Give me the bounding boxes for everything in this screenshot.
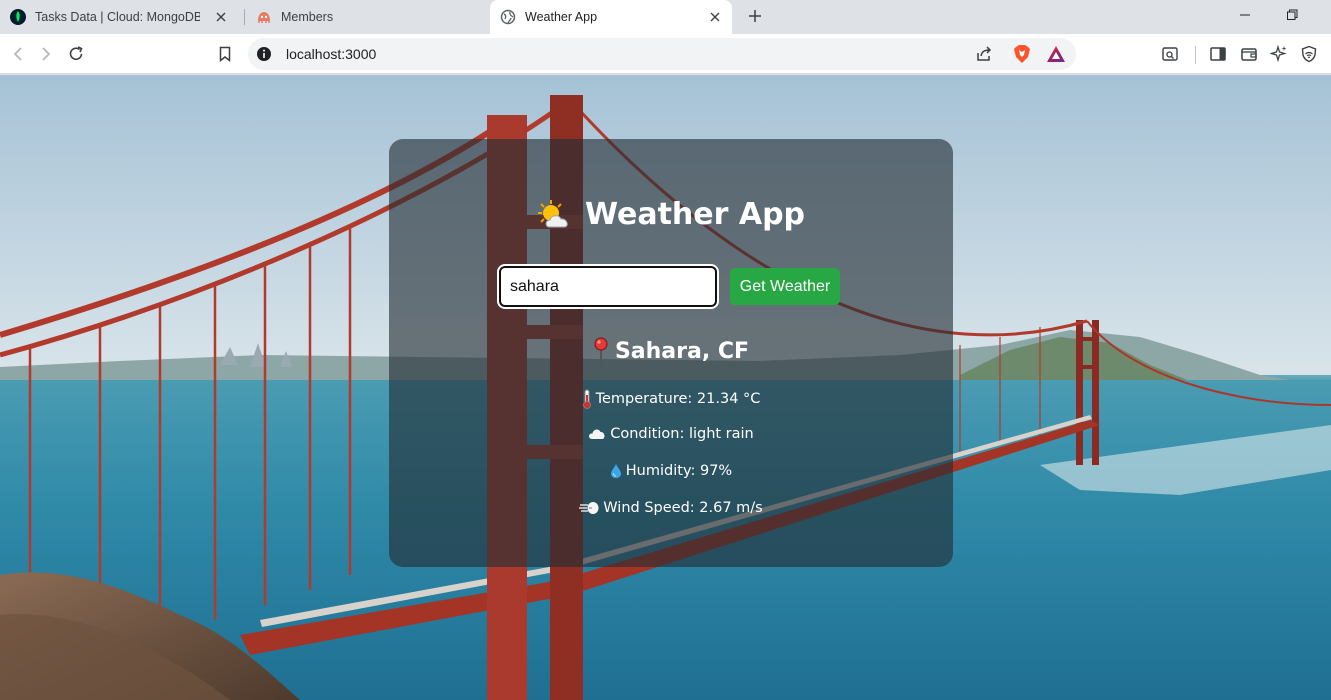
tab-strip: Tasks Data | Cloud: MongoDB Clo Members … xyxy=(0,0,1331,34)
get-weather-button[interactable]: Get Weather xyxy=(730,268,840,305)
restore-button[interactable] xyxy=(1269,0,1315,30)
app-header: Weather App xyxy=(389,197,953,232)
mongodb-leaf-icon xyxy=(10,9,26,25)
back-arrow-icon xyxy=(13,47,22,61)
toolbar-separator xyxy=(1195,46,1196,64)
thermometer-icon xyxy=(582,389,591,409)
leo-ai-button[interactable] xyxy=(1267,42,1291,66)
humidity-text: Humidity: 97% xyxy=(625,463,733,479)
minimize-icon xyxy=(1240,14,1250,16)
bookmark-icon xyxy=(219,46,231,62)
tab-title: Members xyxy=(281,10,334,24)
humidity-row: Humidity: 97% xyxy=(389,463,953,479)
city-name: Sahara, CF xyxy=(614,338,750,364)
app-title: Weather App xyxy=(584,197,806,232)
reload-icon xyxy=(69,46,83,60)
weather-card: Weather App Get Weather Sahara, CF Tempe… xyxy=(389,139,953,567)
close-tab-icon[interactable] xyxy=(708,10,722,24)
new-tab-button[interactable] xyxy=(745,6,765,26)
vpn-button[interactable] xyxy=(1297,42,1321,66)
plus-icon xyxy=(749,10,761,22)
address-bar[interactable]: localhost:3000 xyxy=(248,38,1076,70)
round-pushpin-icon xyxy=(594,337,608,364)
forward-button[interactable] xyxy=(34,42,58,66)
droplet-icon xyxy=(610,464,621,478)
reload-button[interactable] xyxy=(64,42,88,66)
sidebar-icon xyxy=(1210,47,1226,61)
wind-speed-text: Wind Speed: 2.67 m/s xyxy=(603,500,763,516)
city-search-input[interactable] xyxy=(499,266,717,307)
close-tab-icon[interactable] xyxy=(214,10,228,24)
tab-title: Weather App xyxy=(525,10,598,24)
tab-separator xyxy=(244,9,245,25)
location-row: Sahara, CF xyxy=(389,337,953,365)
members-favicon-icon xyxy=(256,9,272,25)
browser-toolbar: localhost:3000 xyxy=(0,34,1331,74)
temperature-row: Temperature: 21.34 °C xyxy=(389,389,953,409)
cloud-icon xyxy=(589,429,605,439)
tab-mongodb[interactable]: Tasks Data | Cloud: MongoDB Clo xyxy=(0,0,238,34)
wallet-button[interactable] xyxy=(1237,42,1261,66)
restore-icon xyxy=(1287,9,1298,20)
share-icon[interactable] xyxy=(974,44,994,64)
sun-behind-cloud-icon xyxy=(537,199,568,227)
page-viewport: Weather App Get Weather Sahara, CF Tempe… xyxy=(0,75,1331,700)
condition-row: Condition: light rain xyxy=(389,426,953,442)
tab-search-icon xyxy=(1162,47,1178,61)
minimize-button[interactable] xyxy=(1222,0,1268,30)
vpn-shield-icon xyxy=(1301,45,1317,63)
brave-rewards-icon[interactable] xyxy=(1046,44,1066,64)
sparkle-icon xyxy=(1270,45,1287,63)
condition-text: Condition: light rain xyxy=(610,426,754,442)
sidebar-button[interactable] xyxy=(1206,42,1230,66)
forward-arrow-icon xyxy=(42,47,51,61)
globe-icon xyxy=(500,9,516,25)
temperature-text: Temperature: 21.34 °C xyxy=(595,391,761,407)
tab-members[interactable]: Members xyxy=(246,0,486,34)
tab-weather-app[interactable]: Weather App xyxy=(490,0,732,34)
url-text: localhost:3000 xyxy=(286,46,377,62)
wallet-icon xyxy=(1241,48,1257,61)
back-button[interactable] xyxy=(6,42,30,66)
tab-search-button[interactable] xyxy=(1158,42,1182,66)
tab-title: Tasks Data | Cloud: MongoDB Clo xyxy=(35,10,200,24)
site-info-icon[interactable] xyxy=(256,46,272,62)
wind-face-icon xyxy=(579,502,599,514)
brave-shields-icon[interactable] xyxy=(1012,44,1032,64)
wind-row: Wind Speed: 2.67 m/s xyxy=(389,500,953,516)
bookmark-button[interactable] xyxy=(213,42,237,66)
